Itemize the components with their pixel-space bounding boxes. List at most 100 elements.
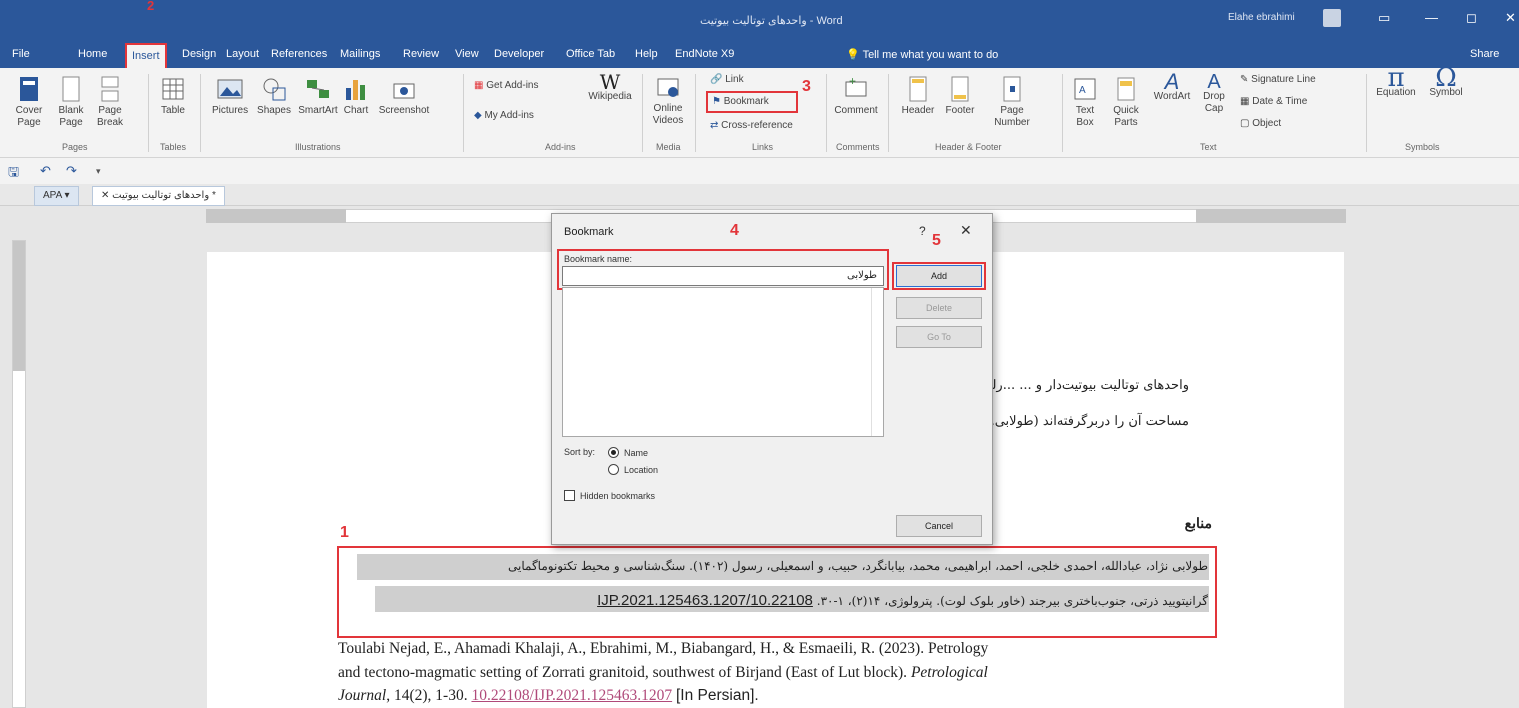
user-name[interactable]: Elahe ebrahimi	[1228, 12, 1295, 23]
comment-button[interactable]: + Comment	[834, 76, 878, 117]
my-addins-button[interactable]: ◆ My Add-ins	[474, 110, 534, 121]
bookmark-name-input[interactable]: طولابی	[562, 266, 884, 286]
bookmark-name-label: Bookmark name:	[564, 254, 633, 264]
drop-cap-button[interactable]: A Drop Cap	[1198, 72, 1230, 115]
sort-name-radio[interactable]	[608, 447, 619, 458]
tab-references[interactable]: References	[271, 48, 327, 60]
reference-en-doi-link[interactable]: 10.22108/IJP.2021.125463.1207	[471, 687, 672, 704]
symbol-button[interactable]: Ω Symbol	[1424, 63, 1468, 99]
comment-icon: +	[845, 76, 867, 97]
svg-text:+: +	[849, 76, 856, 88]
references-heading: منابع	[1184, 516, 1212, 532]
chart-icon	[346, 80, 365, 100]
tell-me-search[interactable]: 💡 Tell me what you want to do	[846, 48, 998, 61]
tab-view[interactable]: View	[455, 48, 479, 60]
quick-access-toolbar: 🖫 ↶ ↷ ▾	[0, 158, 1519, 184]
hidden-bookmarks-label: Hidden bookmarks	[580, 491, 656, 501]
tab-home[interactable]: Home	[78, 48, 107, 60]
ribbon: Cover Page Blank Page Page Break Pages T…	[0, 63, 1519, 158]
minimize-icon[interactable]: —	[1425, 10, 1438, 25]
screenshot-button[interactable]: Screenshot	[376, 76, 432, 117]
tab-office-tab[interactable]: Office Tab	[566, 48, 615, 60]
save-icon[interactable]: 🖫	[8, 163, 19, 185]
chart-button[interactable]: Chart	[340, 76, 372, 117]
date-time-button[interactable]: ▦ Date & Time	[1240, 96, 1307, 107]
ribbon-display-icon[interactable]: ▭	[1378, 10, 1390, 26]
signature-line-button[interactable]: ✎ Signature Line	[1240, 74, 1316, 85]
link-button[interactable]: 🔗 Link	[710, 74, 744, 85]
maximize-icon[interactable]: ◻	[1466, 10, 1477, 26]
share-button[interactable]: Share	[1470, 48, 1499, 60]
object-button[interactable]: ▢ Object	[1240, 118, 1281, 129]
smartart-icon	[307, 80, 329, 98]
sort-location-label: Location	[624, 465, 659, 475]
window-title: واحدهای توتالیت بیوتیت - Word	[700, 15, 843, 27]
wikipedia-button[interactable]: W Wikipedia	[588, 72, 632, 103]
tab-design[interactable]: Design	[182, 48, 216, 60]
undo-icon[interactable]: ↶	[40, 163, 51, 179]
help-icon[interactable]: ?	[919, 224, 926, 238]
cross-reference-icon: ⇄	[710, 120, 722, 131]
omega-icon: Ω	[1435, 63, 1457, 93]
pictures-button[interactable]: Pictures	[212, 76, 248, 117]
close-icon[interactable]: ✕	[1505, 10, 1516, 26]
text-box-icon: A	[1074, 78, 1096, 100]
group-label-header-footer: Header & Footer	[935, 142, 1002, 152]
bookmark-list[interactable]	[562, 287, 884, 437]
dialog-close-icon[interactable]: ✕	[960, 222, 972, 239]
customize-qat-icon[interactable]: ▾	[96, 166, 101, 177]
delete-button[interactable]: Delete	[896, 297, 982, 319]
group-label-pages: Pages	[62, 142, 88, 152]
tab-mailings[interactable]: Mailings	[340, 48, 380, 60]
get-addins-button[interactable]: ▦ Get Add-ins	[474, 80, 539, 91]
tab-help[interactable]: Help	[635, 48, 658, 60]
group-label-tables: Tables	[160, 142, 187, 152]
add-button[interactable]: Add	[896, 265, 982, 287]
avatar[interactable]	[1323, 9, 1341, 27]
page-number-icon	[1003, 76, 1021, 102]
store-icon: ▦	[474, 80, 487, 91]
goto-button[interactable]: Go To	[896, 326, 982, 348]
header-button[interactable]: Header	[898, 76, 938, 117]
redo-icon[interactable]: ↷	[66, 163, 77, 179]
tab-developer[interactable]: Developer	[494, 48, 544, 60]
page-break-button[interactable]: Page Break	[95, 76, 125, 129]
title-bar: واحدهای توتالیت بیوتیت - Word Elahe ebra…	[0, 0, 1519, 40]
hidden-bookmarks-checkbox[interactable]	[564, 490, 575, 501]
doc-tab-apa[interactable]: APA ▾	[34, 186, 79, 206]
smartart-button[interactable]: SmartArt	[298, 76, 338, 117]
sort-name-label: Name	[624, 448, 649, 458]
calendar-icon: ▦	[1240, 96, 1253, 107]
tab-layout[interactable]: Layout	[226, 48, 259, 60]
shapes-button[interactable]: Shapes	[256, 76, 292, 117]
tab-review[interactable]: Review	[403, 48, 439, 60]
list-scrollbar[interactable]	[871, 288, 883, 436]
cover-page-button[interactable]: Cover Page	[14, 76, 44, 129]
page-number-button[interactable]: Page Number	[984, 76, 1040, 129]
blank-page-button[interactable]: Blank Page	[56, 76, 86, 129]
tab-endnote[interactable]: EndNote X9	[675, 48, 734, 60]
cancel-button[interactable]: Cancel	[896, 515, 982, 537]
cover-page-icon	[20, 77, 38, 101]
table-button[interactable]: Table	[156, 76, 190, 117]
tab-insert[interactable]: Insert	[125, 43, 167, 69]
online-videos-button[interactable]: Online Videos	[648, 76, 688, 127]
quick-parts-icon	[1117, 77, 1135, 101]
equation-button[interactable]: π Equation	[1374, 63, 1418, 99]
doc-tab-current[interactable]: * واحدهای توتالیت بیوتیت ✕	[92, 186, 225, 206]
sort-location-radio[interactable]	[608, 464, 619, 475]
cross-reference-button[interactable]: ⇄ Cross-reference	[710, 120, 793, 131]
tab-file[interactable]: File	[12, 48, 30, 60]
wordart-icon: A	[1164, 69, 1180, 94]
text-box-button[interactable]: A Text Box	[1068, 76, 1102, 129]
body-paragraph-line2: مساحت آن را دربرگرفته‌اند (طولابی...	[982, 414, 1189, 429]
group-label-comments: Comments	[836, 142, 880, 152]
object-icon: ▢	[1240, 118, 1253, 129]
pi-icon: π	[1387, 63, 1405, 93]
sort-by-label: Sort by:	[564, 447, 596, 457]
table-icon	[162, 78, 184, 100]
wordart-button[interactable]: A WordArt	[1150, 69, 1194, 103]
group-label-media: Media	[656, 142, 681, 152]
footer-button[interactable]: Footer	[940, 76, 980, 117]
quick-parts-button[interactable]: Quick Parts	[1106, 76, 1146, 129]
